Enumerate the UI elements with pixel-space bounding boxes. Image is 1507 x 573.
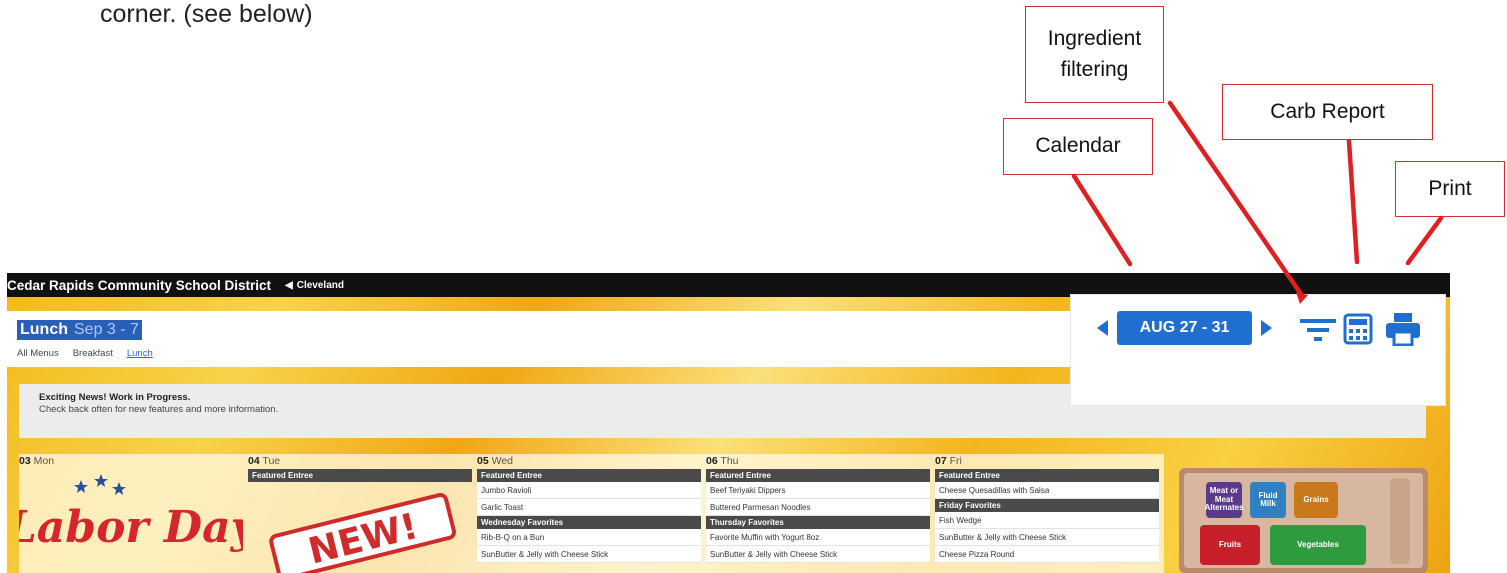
day-header: 03 Mon	[19, 454, 243, 469]
document-text: corner. (see below)	[100, 0, 313, 28]
callout-carb-report-label: Carb Report	[1270, 99, 1385, 123]
arrow-print	[1405, 215, 1444, 266]
menu-item[interactable]: Cheese Quesadillas with Salsa	[935, 482, 1159, 499]
section-header: Featured Entree	[935, 469, 1159, 482]
callout-ingredient-filtering: Ingredient filtering	[1025, 6, 1164, 103]
day-column-mon: 03 Mon	[19, 454, 243, 469]
district-name: Cedar Rapids Community School District	[7, 277, 272, 293]
callout-calendar-label: Calendar	[1035, 134, 1121, 158]
page-title: Lunch Sep 3 - 7	[17, 320, 142, 340]
day-header: 06 Thu	[706, 454, 930, 469]
plate-tray: Meat or Meat Alternates Fluid Milk Grain…	[1184, 473, 1423, 568]
menu-title-box: Lunch Sep 3 - 7 All Menus Breakfast Lunc…	[7, 311, 1107, 367]
arrow-calendar	[1071, 173, 1133, 267]
callout-print-label: Print	[1428, 176, 1472, 200]
menu-item[interactable]: Rib-B-Q on a Bun	[477, 529, 701, 546]
day-number: 06	[706, 455, 718, 467]
star-icon	[74, 474, 126, 495]
plate-tile-milk: Fluid Milk	[1250, 482, 1286, 518]
day-column-thu: 06 Thu Featured Entree Beef Teriyaki Dip…	[706, 454, 930, 563]
calculator-icon[interactable]	[1343, 313, 1373, 345]
callout-carb-report: Carb Report	[1222, 84, 1433, 140]
menu-tabs: All Menus Breakfast Lunch	[17, 348, 153, 359]
caret-left-icon: ◀	[285, 279, 293, 291]
tab-all-menus[interactable]: All Menus	[17, 348, 59, 359]
plate-tile-label: Fruits	[1218, 539, 1242, 549]
plate-tile-fruits: Fruits	[1200, 525, 1260, 565]
week-label: AUG 27 - 31	[1139, 319, 1230, 336]
plate-tile-meat: Meat or Meat Alternates	[1204, 482, 1244, 518]
plate-tile-label: Vegetables	[1297, 539, 1339, 549]
filter-icon[interactable]	[1300, 317, 1336, 343]
nutrition-plate: Meat or Meat Alternates Fluid Milk Grain…	[1179, 468, 1428, 573]
meal-name: Lunch	[20, 321, 68, 338]
plate-tile-vegetables: Vegetables	[1270, 525, 1366, 565]
labor-day-image: Labor Day	[19, 474, 243, 553]
menu-item[interactable]: SunButter & Jelly with Cheese Stick	[477, 546, 701, 563]
day-number: 03	[19, 455, 31, 467]
day-number: 04	[248, 455, 260, 467]
day-header: 07 Fri	[935, 454, 1159, 469]
day-of-week: Fri	[949, 455, 962, 467]
day-header: 05 Wed	[477, 454, 701, 469]
new-badge-image: NEW!	[269, 492, 456, 573]
menu-item[interactable]: Garlic Toast	[477, 499, 701, 516]
menu-item[interactable]: Jumbo Ravioli	[477, 482, 701, 499]
menu-item[interactable]: Buttered Parmesan Noodles	[706, 499, 930, 516]
arrow-carb-report	[1346, 138, 1360, 265]
section-header: Thursday Favorites	[706, 516, 930, 529]
meal-dates: Sep 3 - 7	[74, 321, 139, 338]
tab-breakfast[interactable]: Breakfast	[73, 348, 113, 359]
plate-tile-label: Fluid Milk	[1258, 490, 1278, 508]
week-calendar: 03 Mon Labor Day 04 Tue Featured Entree …	[19, 454, 1164, 573]
callout-print: Print	[1395, 161, 1505, 217]
school-selector[interactable]: ◀ Cleveland	[285, 280, 344, 291]
plate-side-slot	[1390, 478, 1410, 564]
section-header: Featured Entree	[706, 469, 930, 482]
school-name: Cleveland	[296, 279, 344, 291]
callout-ingredient-filtering-label: Ingredient filtering	[1047, 27, 1142, 81]
menu-item[interactable]: SunButter & Jelly with Cheese Stick	[706, 546, 930, 563]
day-of-week: Tue	[262, 455, 281, 467]
menu-item[interactable]: Beef Teriyaki Dippers	[706, 482, 930, 499]
section-header: Wednesday Favorites	[477, 516, 701, 529]
next-week-icon[interactable]	[1261, 320, 1272, 336]
section-header: Featured Entree	[477, 469, 701, 482]
plate-tile-label: Meat or Meat Alternates	[1204, 486, 1244, 513]
calendar-week-button[interactable]: AUG 27 - 31	[1117, 311, 1252, 345]
day-number: 05	[477, 455, 489, 467]
day-of-week: Thu	[720, 455, 739, 467]
section-header: Friday Favorites	[935, 499, 1159, 512]
print-icon[interactable]	[1385, 312, 1421, 346]
day-column-fri: 07 Fri Featured Entree Cheese Quesadilla…	[935, 454, 1159, 563]
day-column-tue: 04 Tue Featured Entree NEW!	[248, 454, 472, 573]
menu-item[interactable]: Favorite Muffin with Yogurt 8oz	[706, 529, 930, 546]
day-column-wed: 05 Wed Featured Entree Jumbo Ravioli Gar…	[477, 454, 701, 563]
day-header: 04 Tue	[248, 454, 472, 469]
prev-week-icon[interactable]	[1097, 320, 1108, 336]
day-of-week: Mon	[33, 455, 55, 467]
menu-item[interactable]: Fish Wedge	[935, 512, 1159, 529]
section-header: Featured Entree	[248, 469, 472, 482]
day-number: 07	[935, 455, 947, 467]
plate-tile-grains: Grains	[1294, 482, 1338, 518]
tab-lunch[interactable]: Lunch	[127, 348, 153, 359]
callout-calendar: Calendar	[1003, 118, 1153, 175]
toolbar-top-strip	[1070, 273, 1448, 294]
menu-item[interactable]: SunButter & Jelly with Cheese Stick	[935, 529, 1159, 546]
labor-day-text: Labor Day	[19, 502, 243, 553]
plate-tile-label: Grains	[1303, 494, 1329, 504]
menu-item[interactable]: Cheese Pizza Round	[935, 546, 1159, 563]
day-of-week: Wed	[491, 455, 514, 467]
